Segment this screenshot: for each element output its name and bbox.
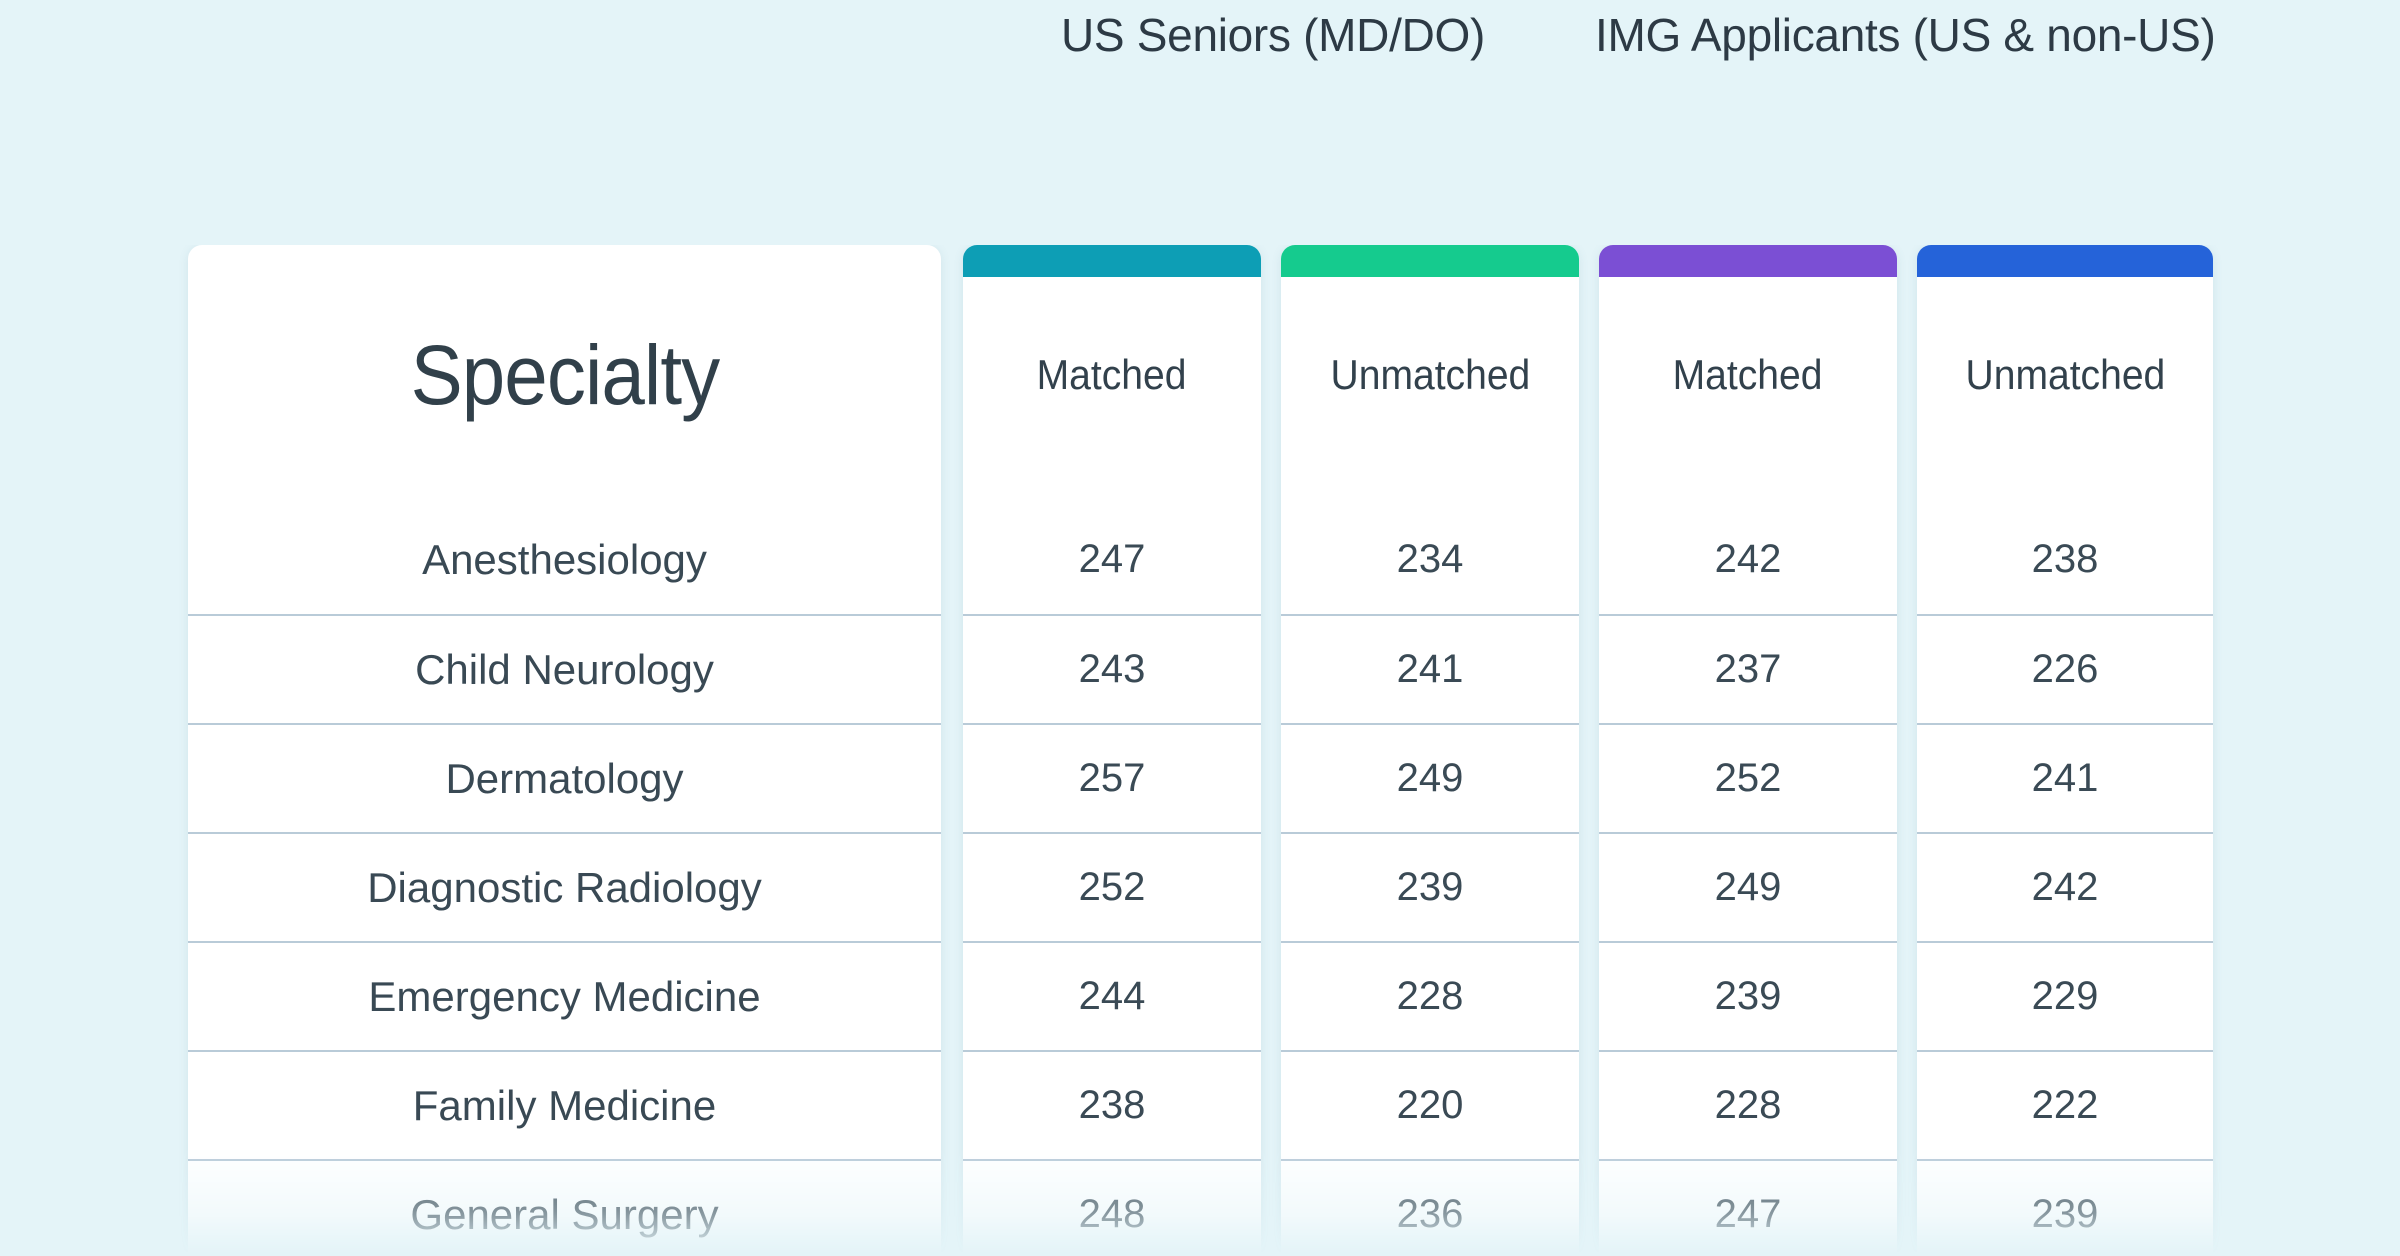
table-cell: 238	[1917, 505, 2213, 614]
table-cell: 241	[1917, 723, 2213, 832]
column-body-img-unmatched: 238 226 241 242 229 222 239	[1917, 505, 2213, 1256]
table-column-us-unmatched: Unmatched 234 241 249 239 228 220 236	[1281, 245, 1579, 1256]
table-row: Emergency Medicine	[188, 941, 941, 1050]
table-cell: 237	[1599, 614, 1897, 723]
table-cell: 228	[1599, 1050, 1897, 1159]
table-cell: 226	[1917, 614, 2213, 723]
table-cell: 249	[1599, 832, 1897, 941]
column-header-us-unmatched[interactable]: Unmatched	[1281, 245, 1579, 505]
table-cell: 244	[963, 941, 1261, 1050]
table-cell: 239	[1599, 941, 1897, 1050]
table-row: Anesthesiology	[188, 505, 941, 614]
column-header-label: Unmatched	[1330, 351, 1530, 399]
table-cell: 247	[963, 505, 1261, 614]
specialty-score-table: Specialty Anesthesiology Child Neurology…	[0, 245, 2400, 1256]
column-group-header-img-applicants: IMG Applicants (US & non-US)	[1595, 0, 2213, 70]
table-cell: 247	[1599, 1159, 1897, 1256]
column-body-img-matched: 242 237 252 249 239 228 247	[1599, 505, 1897, 1256]
column-header-label: Unmatched	[1965, 351, 2165, 399]
table-cell: 252	[963, 832, 1261, 941]
table-cell: 238	[963, 1050, 1261, 1159]
column-header-label: Specialty	[410, 327, 719, 424]
table-row: Dermatology	[188, 723, 941, 832]
table-row: Diagnostic Radiology	[188, 832, 941, 941]
column-header-img-matched[interactable]: Matched	[1599, 245, 1897, 505]
table-row: Child Neurology	[188, 614, 941, 723]
column-header-specialty[interactable]: Specialty	[188, 245, 941, 505]
column-body-us-unmatched: 234 241 249 239 228 220 236	[1281, 505, 1579, 1256]
table-cell: 222	[1917, 1050, 2213, 1159]
table-cell: 243	[963, 614, 1261, 723]
table-cell: 241	[1281, 614, 1579, 723]
table-cell: 229	[1917, 941, 2213, 1050]
table-cell: 239	[1917, 1159, 2213, 1256]
table-column-img-unmatched: Unmatched 238 226 241 242 229 222 239	[1917, 245, 2213, 1256]
table-cell: 248	[963, 1159, 1261, 1256]
column-header-img-unmatched[interactable]: Unmatched	[1917, 245, 2213, 505]
table-column-img-matched: Matched 242 237 252 249 239 228 247	[1599, 245, 1897, 1256]
table-column-us-matched: Matched 247 243 257 252 244 238 248	[963, 245, 1261, 1256]
column-body-specialty: Anesthesiology Child Neurology Dermatolo…	[188, 505, 941, 1256]
column-group-header-us-seniors: US Seniors (MD/DO)	[963, 0, 1583, 70]
table-cell: 257	[963, 723, 1261, 832]
table-cell: 236	[1281, 1159, 1579, 1256]
column-group-header-band: US Seniors (MD/DO) IMG Applicants (US & …	[0, 0, 2400, 70]
table-cell: 249	[1281, 723, 1579, 832]
column-header-label: Matched	[1673, 351, 1823, 399]
table-row: Family Medicine	[188, 1050, 941, 1159]
table-cell: 228	[1281, 941, 1579, 1050]
table-cell: 242	[1917, 832, 2213, 941]
table-column-specialty: Specialty Anesthesiology Child Neurology…	[188, 245, 941, 1256]
table-cell: 252	[1599, 723, 1897, 832]
column-body-us-matched: 247 243 257 252 244 238 248	[963, 505, 1261, 1256]
table-cell: 220	[1281, 1050, 1579, 1159]
table-cell: 234	[1281, 505, 1579, 614]
table-row: General Surgery	[188, 1159, 941, 1256]
table-cell: 242	[1599, 505, 1897, 614]
table-cell: 239	[1281, 832, 1579, 941]
column-header-us-matched[interactable]: Matched	[963, 245, 1261, 505]
column-header-label: Matched	[1037, 351, 1187, 399]
